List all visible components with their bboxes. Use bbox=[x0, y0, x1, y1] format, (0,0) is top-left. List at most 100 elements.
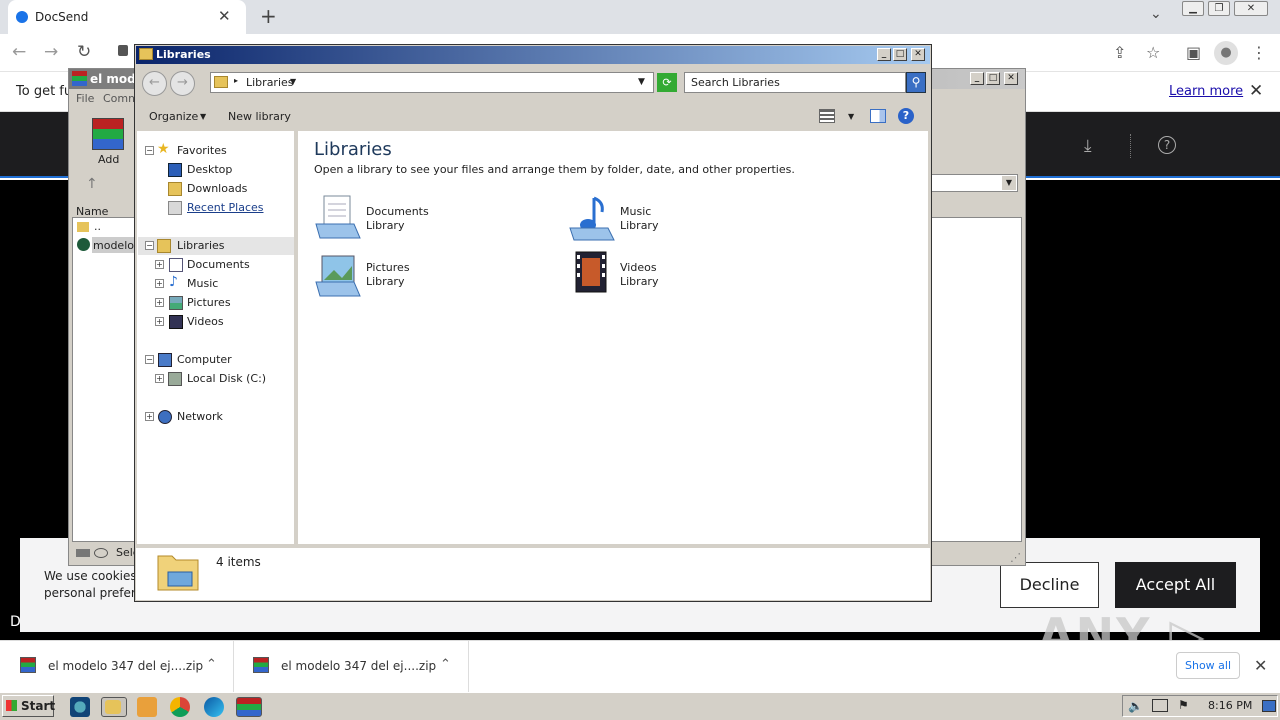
music-name[interactable]: Music bbox=[620, 205, 651, 219]
libraries-icon bbox=[157, 239, 171, 253]
tree-pictures[interactable]: Pictures bbox=[187, 293, 231, 312]
share-icon[interactable]: ⇪ bbox=[1113, 43, 1126, 62]
organize-dropdown-icon[interactable]: ▼ bbox=[200, 112, 206, 121]
expand-icon[interactable]: + bbox=[155, 298, 164, 307]
expand-icon[interactable]: + bbox=[155, 374, 164, 383]
tree-videos[interactable]: Videos bbox=[187, 312, 224, 331]
menu-icon[interactable]: ⋮ bbox=[1251, 43, 1267, 62]
download-name-1: el modelo 347 del ej....zip bbox=[48, 659, 204, 673]
collapse-icon[interactable]: − bbox=[145, 355, 154, 364]
refresh-icon[interactable]: ⟳ bbox=[657, 73, 677, 92]
tree-computer[interactable]: Computer bbox=[177, 350, 232, 369]
expand-icon[interactable]: + bbox=[155, 279, 164, 288]
new-tab-button[interactable]: + bbox=[260, 4, 277, 28]
change-view-icon[interactable] bbox=[819, 109, 835, 123]
pictures-type: Library bbox=[366, 275, 405, 288]
tree-music[interactable]: Music bbox=[187, 274, 218, 293]
library-item-pictures[interactable] bbox=[314, 250, 362, 298]
expand-icon[interactable]: + bbox=[145, 412, 154, 421]
up-folder-icon[interactable]: ↑ bbox=[86, 176, 98, 192]
learn-more-link[interactable]: Learn more bbox=[1169, 84, 1243, 99]
explorer-close-icon[interactable]: ✕ bbox=[911, 48, 925, 61]
breadcrumb-chevron-icon[interactable]: ▸ bbox=[234, 76, 238, 85]
chevron-up-icon[interactable]: ⌃ bbox=[206, 657, 217, 672]
explorer-maximize-icon[interactable]: □ bbox=[893, 48, 907, 61]
search-icon[interactable]: ⚲ bbox=[906, 72, 926, 93]
downloads-close-icon[interactable]: ✕ bbox=[1254, 656, 1267, 675]
tree-local-disk[interactable]: Local Disk (C:) bbox=[187, 369, 266, 388]
documents-name[interactable]: Documents bbox=[366, 205, 429, 219]
minimize-icon[interactable]: ▁ bbox=[1182, 1, 1204, 16]
accept-all-button[interactable]: Accept All bbox=[1115, 562, 1236, 608]
cookie-text-line1: We use cookies bbox=[44, 569, 137, 583]
expand-icon[interactable]: + bbox=[155, 317, 164, 326]
videos-name[interactable]: Videos bbox=[620, 261, 657, 275]
restore-icon[interactable]: ❐ bbox=[1208, 1, 1230, 16]
show-desktop-icon[interactable] bbox=[1262, 700, 1276, 712]
tree-recent-places[interactable]: Recent Places bbox=[187, 198, 264, 217]
bookmark-star-icon[interactable]: ☆ bbox=[1146, 43, 1160, 62]
search-input[interactable]: Search Libraries bbox=[684, 72, 906, 93]
address-dropdown-icon[interactable]: ▼ bbox=[290, 77, 296, 86]
tab-search-icon[interactable]: ⌄ bbox=[1150, 6, 1162, 22]
chevron-up-icon[interactable]: ⌃ bbox=[440, 657, 451, 672]
tree-desktop[interactable]: Desktop bbox=[187, 160, 232, 179]
winrar-menu-file[interactable]: File bbox=[76, 92, 94, 105]
side-panel-icon[interactable]: ▣ bbox=[1186, 43, 1201, 62]
library-item-music[interactable] bbox=[568, 194, 616, 242]
show-all-button[interactable]: Show all bbox=[1176, 652, 1240, 679]
explorer-minimize-icon[interactable]: _ bbox=[877, 48, 891, 61]
media-player-icon[interactable] bbox=[137, 697, 157, 717]
add-archive-icon[interactable] bbox=[92, 118, 124, 150]
library-item-documents[interactable] bbox=[314, 194, 362, 242]
preview-pane-icon[interactable] bbox=[870, 109, 886, 123]
view-dropdown-icon[interactable]: ▼ bbox=[848, 112, 854, 121]
add-button-label[interactable]: Add bbox=[98, 153, 119, 166]
collapse-icon[interactable]: − bbox=[145, 146, 154, 155]
help-icon[interactable]: ? bbox=[898, 108, 914, 124]
address-text[interactable]: Libraries bbox=[246, 76, 294, 89]
profile-avatar[interactable]: ● bbox=[1214, 41, 1238, 65]
download-icon[interactable]: ⤓ bbox=[1084, 136, 1092, 156]
tree-favorites[interactable]: Favorites bbox=[177, 141, 227, 160]
tree-network[interactable]: Network bbox=[177, 407, 223, 426]
edge-icon[interactable] bbox=[204, 697, 224, 717]
tree-libraries[interactable]: Libraries bbox=[177, 236, 225, 255]
back-button-icon[interactable]: ← bbox=[142, 71, 167, 96]
help-icon[interactable]: ? bbox=[1158, 136, 1176, 154]
resize-grip-icon[interactable]: ⋰ bbox=[1010, 551, 1021, 564]
music-icon: ♪ bbox=[169, 274, 178, 290]
forward-icon[interactable]: → bbox=[44, 42, 58, 62]
library-item-videos[interactable] bbox=[568, 250, 616, 298]
network-tray-icon[interactable] bbox=[1152, 699, 1168, 712]
winrar-taskbar-button[interactable] bbox=[236, 697, 262, 717]
path-dropdown-icon[interactable]: ▼ bbox=[1002, 176, 1016, 190]
info-bar-close-icon[interactable]: ✕ bbox=[1249, 81, 1263, 101]
tab-close-icon[interactable]: ✕ bbox=[218, 7, 231, 25]
volume-icon[interactable]: 🔈 bbox=[1128, 699, 1143, 713]
winrar-maximize-icon[interactable]: □ bbox=[986, 72, 1000, 85]
download-name-2: el modelo 347 del ej....zip bbox=[281, 659, 437, 673]
new-library-button[interactable]: New library bbox=[228, 110, 291, 123]
back-icon[interactable]: ← bbox=[12, 42, 26, 62]
history-dropdown-icon[interactable]: ▼ bbox=[638, 77, 645, 87]
close-window-icon[interactable]: ✕ bbox=[1234, 1, 1268, 16]
collapse-icon[interactable]: − bbox=[145, 241, 154, 250]
expand-icon[interactable]: + bbox=[155, 260, 164, 269]
chrome-icon[interactable] bbox=[170, 697, 190, 717]
ie-icon[interactable] bbox=[70, 697, 90, 717]
parent-folder-row[interactable]: .. bbox=[94, 220, 101, 233]
organize-menu[interactable]: Organize bbox=[149, 110, 198, 123]
winrar-minimize-icon[interactable]: _ bbox=[970, 72, 984, 85]
decline-button[interactable]: Decline bbox=[1000, 562, 1099, 608]
tree-downloads[interactable]: Downloads bbox=[187, 179, 247, 198]
tree-documents[interactable]: Documents bbox=[187, 255, 250, 274]
winrar-close-icon[interactable]: ✕ bbox=[1004, 72, 1018, 85]
flag-icon[interactable]: ⚑ bbox=[1178, 698, 1189, 712]
forward-button-icon[interactable]: → bbox=[170, 71, 195, 96]
explorer-titlebar[interactable] bbox=[136, 46, 930, 64]
column-name[interactable]: Name bbox=[76, 205, 108, 218]
lock-icon[interactable] bbox=[118, 45, 128, 56]
pictures-name[interactable]: Pictures bbox=[366, 261, 410, 275]
reload-icon[interactable]: ↻ bbox=[77, 42, 91, 62]
